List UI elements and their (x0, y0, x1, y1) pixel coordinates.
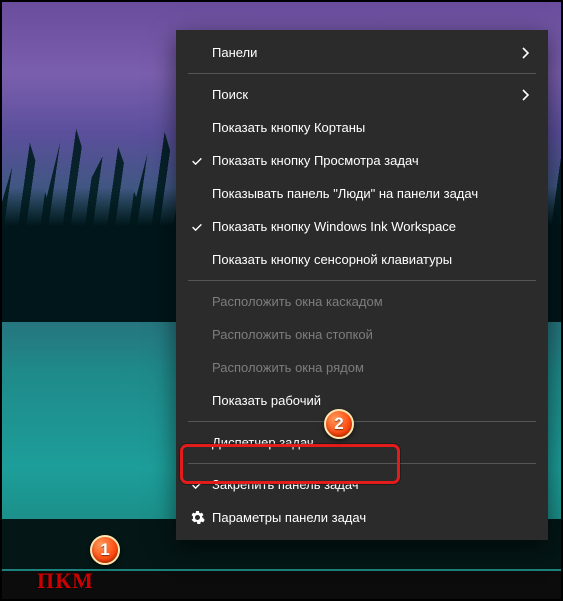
menu-item-label: Диспетчер задач (212, 435, 534, 450)
chevron-right-icon (518, 47, 534, 59)
menu-item-label: Показать кнопку Просмотра задач (212, 153, 534, 168)
menu-item-label: Закрепить панель задач (212, 477, 534, 492)
gear-icon (182, 510, 212, 525)
menu-item: Расположить окна стопкой (176, 318, 548, 351)
menu-item-label: Показать рабочий (212, 393, 534, 408)
check-icon (182, 220, 212, 234)
step-badge-1: 1 (90, 535, 120, 565)
menu-item-label: Расположить окна рядом (212, 360, 534, 375)
check-icon (182, 478, 212, 492)
taskbar-context-menu: Панели Поиск Показать кнопку Кортаны Показа… (176, 30, 548, 540)
menu-item-label: Панели (212, 45, 518, 60)
menu-separator (188, 463, 536, 464)
menu-item[interactable]: Показать кнопку Кортаны (176, 111, 548, 144)
menu-item-label: Показать кнопку сенсорной клавиатуры (212, 252, 534, 267)
menu-item-label: Параметры панели задач (212, 510, 534, 525)
step-badge-2: 2 (324, 409, 354, 439)
menu-item[interactable]: Показать кнопку Просмотра задач (176, 144, 548, 177)
menu-item-label: Показать кнопку Кортаны (212, 120, 534, 135)
menu-item: Расположить окна каскадом (176, 285, 548, 318)
menu-item[interactable]: Показать кнопку Windows Ink Workspace (176, 210, 548, 243)
menu-item[interactable]: Диспетчер задач (176, 426, 548, 459)
chevron-right-icon (518, 89, 534, 101)
menu-item[interactable]: Поиск (176, 78, 548, 111)
menu-item-label: Расположить окна стопкой (212, 327, 534, 342)
menu-item: Расположить окна рядом (176, 351, 548, 384)
right-click-label: ПКМ (37, 568, 94, 594)
menu-item[interactable]: Показать кнопку сенсорной клавиатуры (176, 243, 548, 276)
menu-item-label: Показывать панель "Люди" на панели задач (212, 186, 534, 201)
menu-separator (188, 421, 536, 422)
menu-item[interactable]: Показывать панель "Люди" на панели задач (176, 177, 548, 210)
menu-separator (188, 73, 536, 74)
menu-separator (188, 280, 536, 281)
menu-item[interactable]: Параметры панели задач (176, 501, 548, 534)
menu-item-label: Расположить окна каскадом (212, 294, 534, 309)
menu-item-label: Показать кнопку Windows Ink Workspace (212, 219, 534, 234)
check-icon (182, 154, 212, 168)
menu-item[interactable]: Закрепить панель задач (176, 468, 548, 501)
menu-item[interactable]: Показать рабочий (176, 384, 548, 417)
menu-item-label: Поиск (212, 87, 518, 102)
menu-item[interactable]: Панели (176, 36, 548, 69)
